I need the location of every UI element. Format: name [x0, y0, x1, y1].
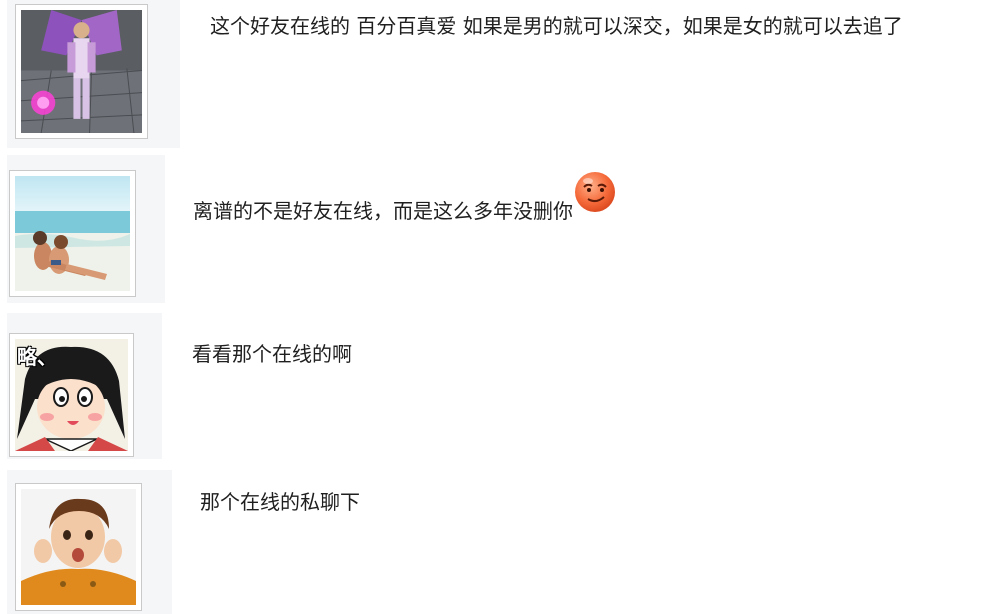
game-character-avatar: [21, 10, 142, 133]
child-photo-avatar: [21, 489, 136, 605]
smirk-face-emoji: [574, 171, 616, 213]
beach-couple-avatar: [15, 176, 130, 291]
comment-row: 这个好友在线的 百分百真爱 如果是男的就可以深交，如果是女的就可以去追了: [0, 0, 1000, 150]
avatar-caption: 略、: [17, 345, 57, 369]
comment-text: 看看那个在线的啊: [192, 342, 352, 366]
comment-text: 离谱的不是好友在线，而是这么多年没删你: [193, 199, 573, 223]
comment-text: 那个在线的私聊下: [200, 490, 360, 514]
comment-row: 略、 看看那个在线的啊: [0, 313, 1000, 463]
cartoon-girl-avatar: 略、: [15, 339, 128, 451]
avatar[interactable]: 略、: [9, 333, 134, 457]
avatar[interactable]: [15, 483, 142, 611]
comment-row: 那个在线的私聊下: [0, 470, 1000, 614]
avatar[interactable]: [15, 4, 148, 139]
comment-row: 离谱的不是好友在线，而是这么多年没删你: [0, 155, 1000, 305]
avatar[interactable]: [9, 170, 136, 297]
comment-text: 这个好友在线的 百分百真爱 如果是男的就可以深交，如果是女的就可以去追了: [210, 14, 903, 38]
